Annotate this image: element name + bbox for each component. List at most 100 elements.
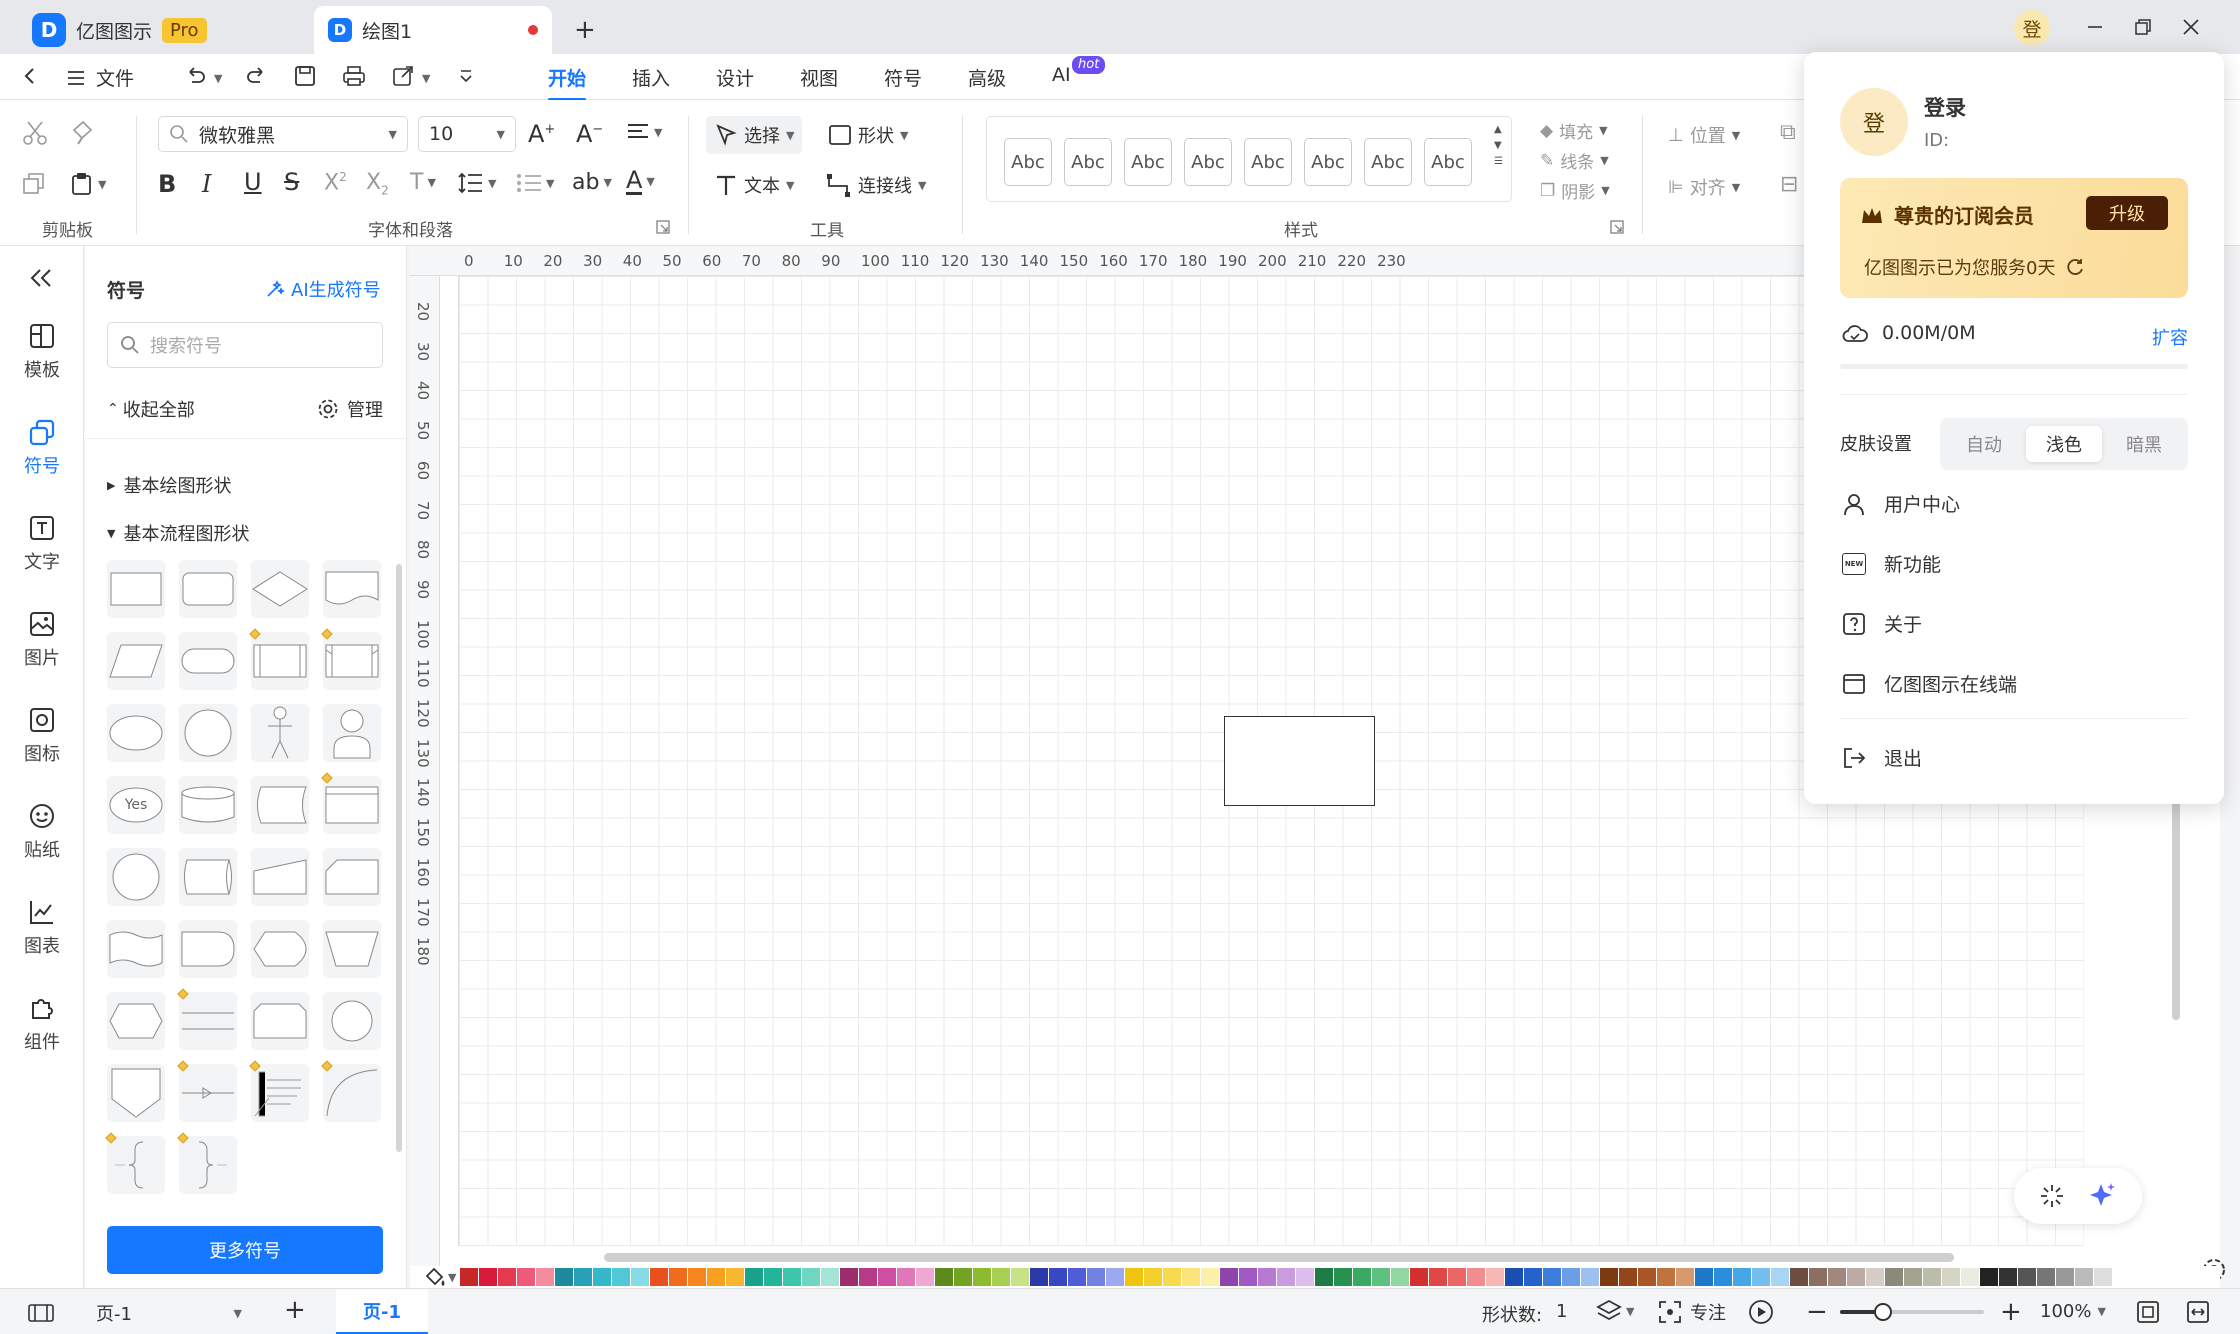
color-swatch[interactable] [1999,1268,2017,1286]
nav-text[interactable]: 文字 [0,514,84,574]
style-gallery-scroll[interactable]: ▲ ▼ ☰ [1494,122,1503,170]
text-align-button[interactable]: ▼ [626,122,662,142]
increase-font-icon[interactable]: A+ [528,120,555,148]
style-sample[interactable]: Abc [1424,138,1472,186]
shape-off-page-reference[interactable] [107,1064,165,1122]
color-swatch[interactable] [1505,1268,1523,1286]
shape-yes[interactable]: Yes [107,776,165,834]
shape-right-brace[interactable] [177,1132,237,1194]
color-swatch[interactable] [1885,1268,1903,1286]
restore-icon[interactable] [2128,12,2158,42]
color-swatch[interactable] [1790,1268,1808,1286]
document-tab[interactable]: D 绘图1 [314,6,552,54]
category-basic-flowchart[interactable]: ▼ 基本流程图形状 [107,520,249,546]
more-symbols-button[interactable]: 更多符号 [107,1226,383,1274]
color-swatch[interactable] [935,1268,953,1286]
style-sample[interactable]: Abc [1184,138,1232,186]
font-color-button[interactable]: A ▼ [626,168,655,195]
color-swatch[interactable] [878,1268,896,1286]
zoom-out-icon[interactable]: − [1806,1297,1828,1327]
close-icon[interactable] [2176,12,2206,42]
color-swatch[interactable] [859,1268,877,1286]
style-sample[interactable]: Abc [1124,138,1172,186]
select-tool-button[interactable]: 选择 ▼ [706,116,803,154]
tab-advanced[interactable]: 高级 [968,64,1006,91]
color-swatch[interactable] [1030,1268,1048,1286]
nav-icon[interactable]: 图标 [0,706,84,766]
color-swatch[interactable] [2094,1268,2112,1286]
style-sample[interactable]: Abc [1244,138,1292,186]
color-swatch[interactable] [707,1268,725,1286]
nav-sticker[interactable]: 贴纸 [0,802,84,862]
collapse-all-button[interactable]: ⌃ 收起全部 [107,396,195,422]
page-panel-toggle-icon[interactable] [28,1303,54,1323]
color-swatch[interactable] [2056,1268,2074,1286]
shape-actor[interactable] [251,704,309,762]
user-avatar[interactable]: 登 [2014,10,2050,46]
shape-display[interactable] [251,920,309,978]
shape-annotation-note[interactable] [249,1060,309,1122]
subscript-icon[interactable]: X2 [366,170,389,197]
color-swatch[interactable] [1049,1268,1067,1286]
vertical-scrollbar-thumb[interactable] [2172,790,2180,1020]
color-swatch[interactable] [1410,1268,1428,1286]
color-swatch[interactable] [1543,1268,1561,1286]
color-swatch[interactable] [1581,1268,1599,1286]
shape-card[interactable] [323,848,381,906]
shape-direct-data[interactable] [179,848,237,906]
menu-user-center[interactable]: 用户中心 [1842,490,1960,517]
menu-new-features[interactable]: NEW 新功能 [1842,550,1941,577]
skin-option-auto[interactable]: 自动 [1946,426,2022,462]
shape-alternate-process[interactable] [179,560,237,618]
color-swatch[interactable] [1448,1268,1466,1286]
format-painter-icon[interactable] [70,120,96,146]
undo-dropdown-icon[interactable]: ▼ [214,72,222,85]
minimize-icon[interactable] [2080,12,2110,42]
color-swatch[interactable] [897,1268,915,1286]
file-menu[interactable]: 文件 [66,64,134,91]
color-swatch[interactable] [1201,1268,1219,1286]
color-swatch[interactable] [536,1268,554,1286]
canvas-rectangle-shape[interactable] [1224,716,1375,806]
color-swatch[interactable] [764,1268,782,1286]
color-swatch[interactable] [479,1268,497,1286]
fill-bucket-button[interactable]: ▼ [424,1266,456,1288]
color-swatch[interactable] [1239,1268,1257,1286]
tab-symbol[interactable]: 符号 [884,64,922,91]
shape-manual-input[interactable] [251,848,309,906]
paste-button[interactable]: ▼ [70,172,106,196]
style-sample[interactable]: Abc [1304,138,1352,186]
color-swatch[interactable] [1904,1268,1922,1286]
color-swatch[interactable] [1676,1268,1694,1286]
color-swatch[interactable] [1657,1268,1675,1286]
color-swatch[interactable] [1372,1268,1390,1286]
shape-arc[interactable] [321,1060,381,1122]
connector-tool-button[interactable]: 连接线 ▼ [826,172,926,198]
skin-option-dark[interactable]: 暗黑 [2106,426,2182,462]
shape-card-table[interactable] [321,772,381,834]
skin-option-light[interactable]: 浅色 [2026,426,2102,462]
redo-icon[interactable] [246,66,268,86]
text-tool-button[interactable]: 文本 ▼ [714,172,794,198]
font-size-select[interactable]: 10 ▼ [418,116,516,152]
play-presentation-icon[interactable] [1748,1299,1774,1325]
fullscreen-icon[interactable] [2186,1300,2210,1324]
underline-icon[interactable]: U [244,168,262,196]
color-swatch[interactable] [954,1268,972,1286]
zoom-in-icon[interactable]: + [2000,1297,2022,1327]
font-dialog-launcher-icon[interactable] [656,220,670,234]
new-tab-button[interactable]: + [560,6,610,54]
line-spacing-button[interactable]: ▼ [458,172,496,194]
style-sample[interactable]: Abc [1064,138,1112,186]
export-icon[interactable] [392,65,414,87]
bullet-list-button[interactable]: ▼ [516,172,554,194]
italic-icon[interactable]: I [202,170,211,198]
ai-sparkle-icon[interactable] [2087,1181,2117,1211]
color-swatch[interactable] [1182,1268,1200,1286]
expand-storage-link[interactable]: 扩容 [2152,324,2188,350]
page-select[interactable]: 页-1 ▼ [86,1297,252,1329]
shape-manual-operation[interactable] [323,920,381,978]
styles-dialog-launcher-icon[interactable] [1610,220,1624,234]
menu-about[interactable]: 关于 [1842,610,1922,637]
color-swatch[interactable] [688,1268,706,1286]
